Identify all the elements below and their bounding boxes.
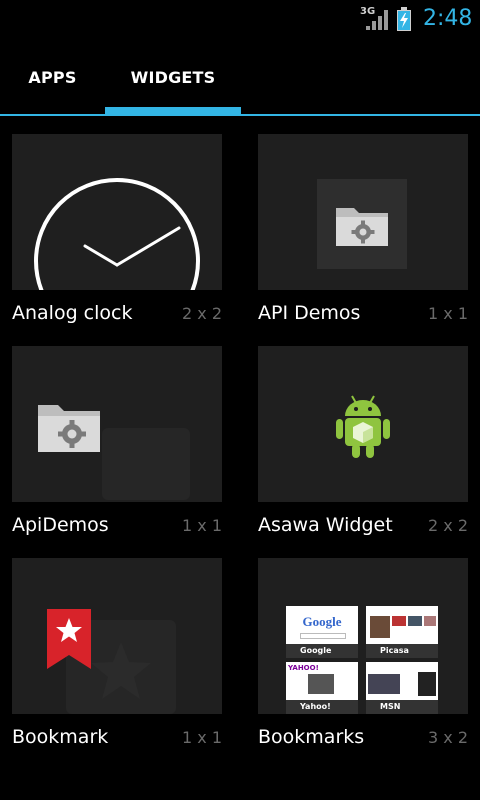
analog-clock-icon [34,178,200,290]
widget-name: ApiDemos [12,514,109,536]
tab-apps-label: APPS [28,67,77,87]
bookmark-thumbnail-msn: MSN [366,662,438,714]
widget-name: Bookmark [12,726,109,748]
clock-time: 2:48 [423,6,473,31]
status-bar: 3G 2:48 [0,0,480,38]
widget-size: 1 x 1 [428,304,468,323]
thumbnail-photo [418,672,436,696]
widget-size: 3 x 2 [428,728,468,747]
thumbnail-photo [392,616,406,626]
tab-widgets[interactable]: WIDGETS [105,38,241,116]
widget-preview [12,134,222,290]
thumbnail-logo: YAHOO! [288,664,319,672]
widget-preview [258,346,468,502]
bookmark-star-icon [47,609,91,669]
widget-item-api-demos[interactable]: API Demos 1 x 1 [258,134,468,334]
thumbnail-photo [370,616,390,638]
widget-size: 1 x 1 [182,516,222,535]
tab-widgets-label: WIDGETS [130,67,216,87]
thumbnail-logo: Google [302,614,342,629]
signal-strength-icon [366,10,388,30]
star-shadow-icon [91,642,151,699]
widget-preview-shadow [102,428,190,500]
thumbnail-label: Picasa [366,644,438,658]
thumbnail-photo [308,674,334,694]
thumbnail-label: Yahoo! [286,700,358,714]
widget-preview [258,134,468,290]
widget-name: Bookmarks [258,726,365,748]
widget-size: 1 x 1 [182,728,222,747]
widget-size: 2 x 2 [182,304,222,323]
tab-divider [0,114,480,116]
widget-size: 2 x 2 [428,516,468,535]
widget-preview [12,558,222,714]
battery-charging-icon [397,7,411,31]
widget-name: Analog clock [12,302,133,324]
android-robot-icon [336,395,390,458]
folder-gear-icon [38,405,100,452]
widget-item-bookmark[interactable]: Bookmark 1 x 1 [12,558,222,758]
thumbnail-photo [408,616,422,626]
thumbnail-label: MSN [366,700,438,714]
widget-name: API Demos [258,302,361,324]
widget-item-bookmarks[interactable]: Google Google Picasa YAHOO! Yahoo! MSN B… [258,558,468,758]
widget-item-asawa-widget[interactable]: Asawa Widget 2 x 2 [258,346,468,546]
widget-name: Asawa Widget [258,514,393,536]
tab-apps[interactable]: APPS [0,38,105,116]
widget-item-apidemos[interactable]: ApiDemos 1 x 1 [12,346,222,546]
thumbnail-photo [424,616,436,626]
tab-bar: APPS WIDGETS [0,38,480,116]
bookmark-thumbnail-yahoo: YAHOO! Yahoo! [286,662,358,714]
widget-item-analog-clock[interactable]: Analog clock 2 x 2 [12,134,222,334]
selected-tab-indicator [105,107,241,114]
thumbnail-label: Google [286,644,358,658]
bookmark-thumbnail-google: Google Google [286,606,358,658]
widget-preview: Google Google Picasa YAHOO! Yahoo! MSN [258,558,468,714]
bookmark-thumbnail-picasa: Picasa [366,606,438,658]
thumbnail-search-box [300,633,346,639]
thumbnail-photo [368,674,400,694]
widget-preview [12,346,222,502]
folder-gear-icon [336,208,388,246]
